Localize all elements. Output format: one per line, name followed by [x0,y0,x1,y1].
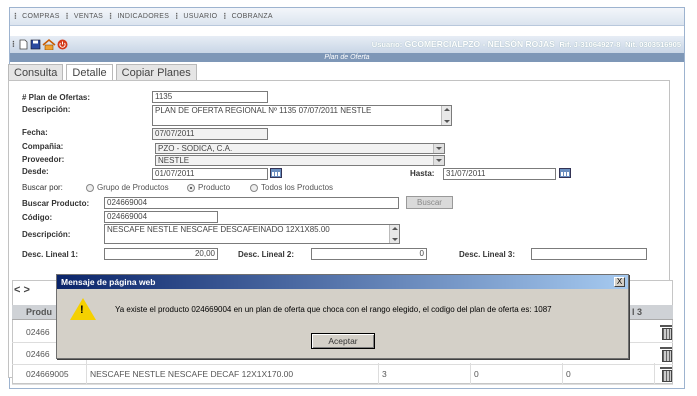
warning-mark: ! [80,304,84,316]
desc-lineal1-field[interactable]: 20,00 [104,248,218,260]
hasta-field[interactable]: 31/07/2011 [443,168,556,180]
row-code: 024669005 [12,363,87,384]
radio-button[interactable] [187,183,195,192]
row-col-a: 3 [379,363,471,384]
desde-field[interactable]: 01/07/2011 [152,168,268,180]
toolbar-separator: ⁝ [12,39,15,49]
menu-separator: ⁝ [65,11,69,21]
codigo-label: Código: [22,213,53,222]
trash-icon[interactable] [660,325,672,340]
user-info: Usuario: GCOMERCIALPZO - NELSÓN ROJAS Ri… [372,39,681,49]
menu-separator: ⁝ [109,11,113,21]
menu-ventas[interactable]: ⁝ VENTAS [66,11,103,22]
menu-separator: ⁝ [175,11,179,21]
menu-label: INDICADORES [117,13,170,20]
new-document-icon[interactable] [18,39,29,50]
description2-text: NESCAFE NESTLE NESCAFE DESCAFEINADO 12X1… [107,225,330,234]
plan-number-field[interactable]: 1135 [152,91,268,103]
chevron-down-icon [433,144,444,153]
page-title: Plan de Oferta [10,53,684,62]
user-name: GCOMERCIALPZO - NELSÓN ROJAS [404,39,555,49]
description2-textarea[interactable]: NESCAFE NESTLE NESCAFE DESCAFEINADO 12X1… [104,224,400,244]
trash-icon[interactable] [660,367,672,382]
description-label: Descripción: [22,105,71,114]
desc-lineal2-label: Desc. Lineal 2: [238,250,295,259]
chevron-down-icon [433,156,444,165]
fecha-field[interactable]: 07/07/2011 [152,128,268,140]
proveedor-value: NESTLE [158,156,190,165]
hasta-label: Hasta: [410,169,435,178]
power-icon[interactable] [57,39,68,50]
desc-lineal1-label: Desc. Lineal 1: [22,250,79,259]
description2-label: Descripción: [22,230,71,239]
buscar-por-label: Buscar por: [22,183,63,192]
menu-label: VENTAS [73,13,104,20]
radio-label: Grupo de Productos [97,183,169,192]
buscar-producto-field[interactable]: 024669004 [104,197,399,209]
radio-label: Producto [198,183,231,192]
radio-producto[interactable]: Producto [187,183,230,192]
menu-label: COMPRAS [22,13,60,20]
row-col-c: 0 [563,363,655,384]
compania-select[interactable]: PZO - SODICA, C.A. [155,143,445,154]
col-producto[interactable]: Produ [26,307,52,317]
fecha-label: Fecha: [22,128,48,137]
description-scrollbar[interactable] [441,106,451,125]
menu-bar: ⁝ COMPRAS ⁝ VENTAS ⁝ INDICADORES ⁝ USUARIO ⁝… [10,8,684,26]
grid-nav: < > [14,284,33,296]
compania-value: PZO - SODICA, C.A. [158,144,233,153]
toolbar: ⁝ Usuario: GCOMERCIALPZO - NELSÓN ROJAS … [10,36,684,53]
desde-label: Desde: [22,167,49,176]
menu-label: USUARIO [183,13,218,20]
col-lineal3[interactable]: l 3 [632,307,642,317]
dialog-message: Ya existe el producto 024669004 en un pl… [115,305,552,314]
menu-usuario[interactable]: ⁝ USUARIO [175,11,217,22]
calendar-icon[interactable] [559,168,571,178]
tab-detalle[interactable]: Detalle [66,64,113,81]
radio-button[interactable] [250,183,258,192]
proveedor-label: Proveedor: [22,155,65,164]
desc-lineal3-field[interactable] [531,248,647,260]
alert-dialog: Mensaje de página web X ! Ya existe el p… [56,274,629,359]
menu-indicadores[interactable]: ⁝ INDICADORES [109,11,169,22]
home-icon[interactable] [42,39,56,51]
user-label: Usuario: [371,40,403,49]
tab-bar: Consulta Detalle Copiar Planes [8,64,200,81]
desc-lineal3-label: Desc. Lineal 3: [459,250,516,259]
save-icon[interactable] [30,39,41,50]
menu-cobranza[interactable]: ⁝ COBRANZA [223,11,272,22]
buscar-button[interactable]: Buscar [406,196,453,209]
codigo-field[interactable]: 024669004 [104,211,218,223]
menu-label: COBRANZA [231,13,273,20]
radio-grupo-productos[interactable]: Grupo de Productos [86,183,169,192]
radio-button[interactable] [86,183,94,192]
aceptar-button[interactable]: Aceptar [311,333,375,349]
radio-todos-productos[interactable]: Todos los Productos [250,183,333,192]
buscar-producto-label: Buscar Producto: [22,199,90,208]
calendar-icon[interactable] [270,168,282,178]
rif-text: Rif. J-31064927-8 [559,40,621,49]
close-icon[interactable]: X [614,277,625,287]
desc-lineal2-field[interactable]: 0 [311,248,427,260]
table-row[interactable]: 024669005 NESCAFE NESTLE NESCAFE DECAF 1… [12,363,673,385]
trash-icon[interactable] [660,347,672,362]
menu-compras[interactable]: ⁝ COMPRAS [14,11,60,22]
tab-consulta[interactable]: Consulta [8,64,64,80]
description2-scrollbar[interactable] [389,225,399,243]
description-textarea[interactable]: PLAN DE OFERTA REGIONAL Nº 1135 07/07/20… [152,105,452,126]
nit-text: Nit. 0303516905 [625,40,681,49]
dialog-title: Mensaje de página web [57,275,628,289]
compania-label: Compañia: [22,142,64,151]
proveedor-select[interactable]: NESTLE [155,155,445,166]
menu-separator: ⁝ [14,11,18,21]
row-col-b: 0 [471,363,563,384]
plan-label: # Plan de Ofertas: [22,93,91,102]
tab-copiar-planes[interactable]: Copiar Planes [115,64,197,80]
radio-label: Todos los Productos [261,183,334,192]
row-description: NESCAFE NESTLE NESCAFE DECAF 12X1X170.00 [87,363,379,384]
menu-separator: ⁝ [223,11,227,21]
grid-next-button[interactable]: > [23,284,29,296]
description-text: PLAN DE OFERTA REGIONAL Nº 1135 07/07/20… [155,106,372,115]
grid-prev-button[interactable]: < [14,284,20,296]
